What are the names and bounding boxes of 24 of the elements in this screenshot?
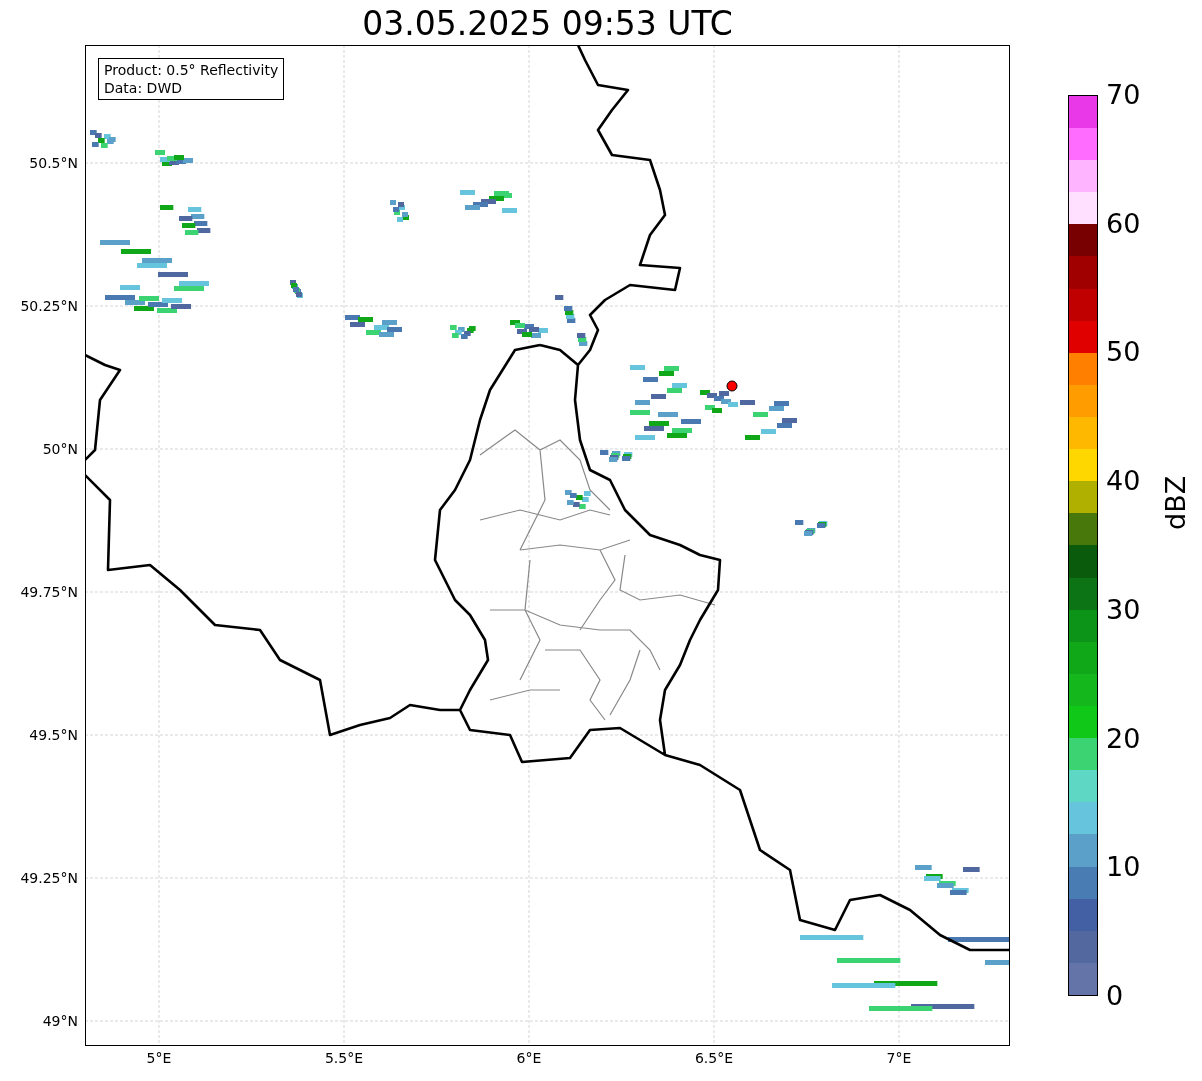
colorbar-tick-label: 0 (1106, 981, 1124, 1011)
chart-title: 03.05.2025 09:53 UTC (361, 4, 734, 44)
axis-label: 49.5°N (29, 727, 78, 743)
info-text: Product: 0.5° Reflectivity (104, 61, 279, 79)
axis-label: 50°N (42, 441, 78, 457)
colorbar-tick-label: 60 (1106, 208, 1141, 239)
axis-label: 50.25°N (20, 298, 78, 314)
axis-label: 6.5°E (694, 1050, 734, 1066)
colorbar-tick-label: 50 (1106, 337, 1141, 368)
info-text: Data: DWD (104, 79, 183, 97)
axis-label: 5.5°E (324, 1050, 364, 1066)
axis-label: 50.5°N (29, 155, 78, 171)
axis-label: 7°E (886, 1050, 912, 1066)
colorbar-label: dBZ (1160, 475, 1192, 530)
colorbar-tick-label: 20 (1106, 723, 1141, 754)
axis-label: 49.25°N (20, 870, 78, 886)
axis-label: 6°E (516, 1050, 542, 1066)
axis-label: 49°N (42, 1013, 78, 1029)
colorbar-tick-label: 30 (1106, 594, 1141, 625)
colorbar-tick-label: 70 (1106, 80, 1141, 110)
colorbar-tick-label: 10 (1106, 852, 1141, 883)
axis-label: 5°E (146, 1050, 172, 1066)
axis-label: 49.75°N (20, 584, 78, 600)
colorbar-tick-label: 40 (1106, 466, 1141, 497)
